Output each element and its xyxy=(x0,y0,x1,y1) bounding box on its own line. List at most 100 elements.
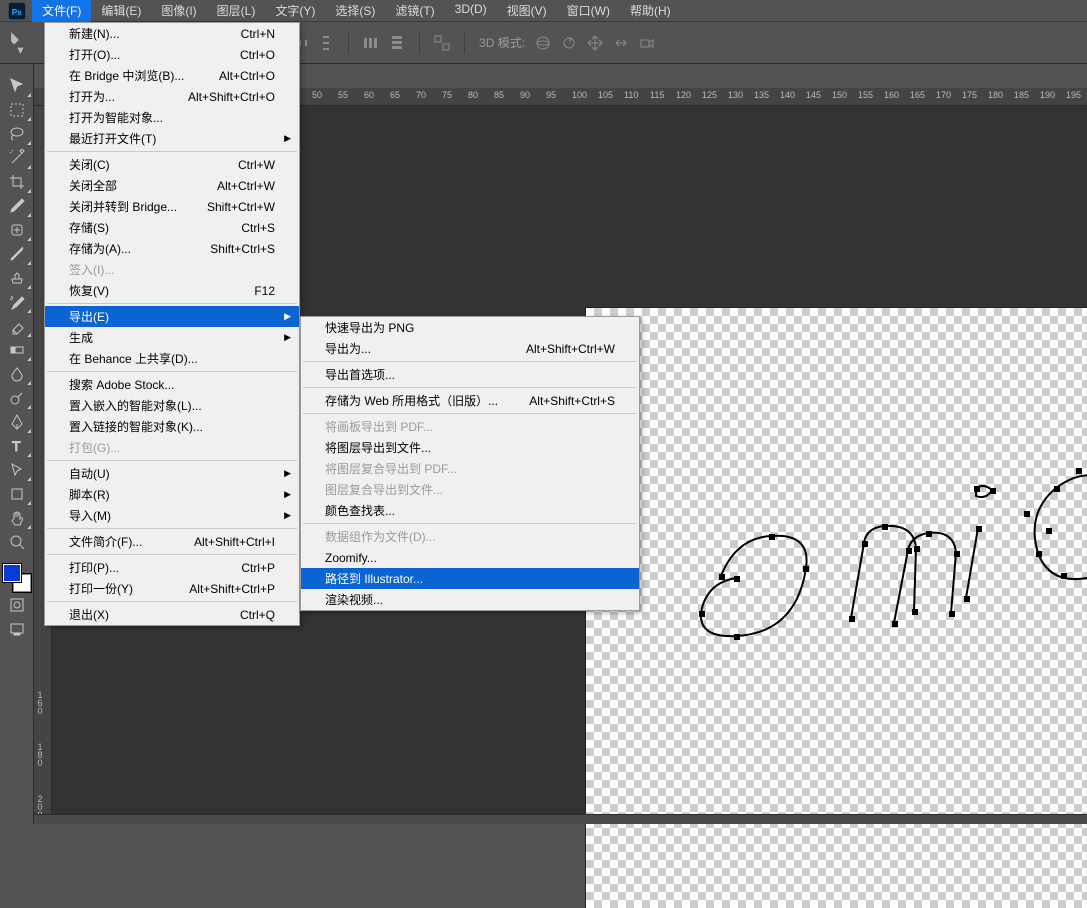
menu-item-[interactable]: 导出首选项... xyxy=(301,364,639,385)
menu-item-p[interactable]: 打印(P)...Ctrl+P xyxy=(45,557,299,578)
ruler-tick: 130 xyxy=(728,90,743,100)
dist-space-h-icon[interactable] xyxy=(359,31,383,55)
ruler-tick: 195 xyxy=(1066,90,1081,100)
zoom-tool[interactable] xyxy=(2,530,32,554)
menu-文字[interactable]: 文字(Y) xyxy=(265,0,325,23)
menu-item-behanced[interactable]: 在 Behance 上共享(D)... xyxy=(45,348,299,369)
3d-mode-group xyxy=(531,31,659,55)
menu-shortcut: Ctrl+S xyxy=(241,221,275,235)
menu-item-png[interactable]: 快速导出为 PNG xyxy=(301,317,639,338)
menu-separator xyxy=(47,371,297,372)
menu-item-[interactable]: 打开为智能对象... xyxy=(45,107,299,128)
menu-文件[interactable]: 文件(F) xyxy=(32,0,91,23)
eraser-tool[interactable] xyxy=(2,314,32,338)
blur-tool[interactable] xyxy=(2,362,32,386)
menu-item-a[interactable]: 存储为(A)...Shift+Ctrl+S xyxy=(45,238,299,259)
menu-separator xyxy=(47,528,297,529)
hand-tool[interactable] xyxy=(2,506,32,530)
menu-item-n[interactable]: 新建(N)...Ctrl+N xyxy=(45,23,299,44)
clone-stamp-tool[interactable] xyxy=(2,266,32,290)
screenmode-toggle[interactable] xyxy=(2,618,32,640)
menu-shortcut: Alt+Shift+Ctrl+I xyxy=(194,535,275,549)
menu-item-[interactable]: 将图层导出到文件... xyxy=(301,437,639,458)
menu-item-e[interactable]: 导出(E)▶ xyxy=(45,306,299,327)
3d-roll-icon[interactable] xyxy=(557,31,581,55)
menu-item-zoomify[interactable]: Zoomify... xyxy=(301,547,639,568)
submenu-arrow-icon: ▶ xyxy=(284,489,291,500)
menu-item-bridgeb[interactable]: 在 Bridge 中浏览(B)...Alt+Ctrl+O xyxy=(45,65,299,86)
menu-item-label: 存储(S) xyxy=(69,219,109,236)
menu-item-u[interactable]: 自动(U)▶ xyxy=(45,463,299,484)
history-brush-tool[interactable] xyxy=(2,290,32,314)
menu-item-bridge[interactable]: 关闭并转到 Bridge...Shift+Ctrl+W xyxy=(45,196,299,217)
menu-item-illustrator[interactable]: 路径到 Illustrator... xyxy=(301,568,639,589)
healing-brush-tool[interactable] xyxy=(2,218,32,242)
ruler-tick: 145 xyxy=(806,90,821,100)
eyedropper-tool[interactable] xyxy=(2,194,32,218)
3d-camera-icon[interactable] xyxy=(635,31,659,55)
menu-item-k[interactable]: 置入链接的智能对象(K)... xyxy=(45,416,299,437)
menu-item-label: 搜索 Adobe Stock... xyxy=(69,376,174,393)
menu-item-m[interactable]: 导入(M)▶ xyxy=(45,505,299,526)
menu-item-f[interactable]: 文件简介(F)...Alt+Shift+Ctrl+I xyxy=(45,531,299,552)
menu-图层[interactable]: 图层(L) xyxy=(207,0,266,23)
menu-窗口[interactable]: 窗口(W) xyxy=(557,0,620,23)
menu-shortcut: Shift+Ctrl+W xyxy=(207,200,275,214)
menu-item-l[interactable]: 置入嵌入的智能对象(L)... xyxy=(45,395,299,416)
tool-preset-icon[interactable] xyxy=(8,31,36,55)
brush-tool[interactable] xyxy=(2,242,32,266)
ruler-tick: 60 xyxy=(364,90,374,100)
menu-选择[interactable]: 选择(S) xyxy=(325,0,385,23)
menu-帮助[interactable]: 帮助(H) xyxy=(620,0,681,23)
menu-item-[interactable]: 打开为...Alt+Shift+Ctrl+O xyxy=(45,86,299,107)
menu-视图[interactable]: 视图(V) xyxy=(497,0,557,23)
menu-item-x[interactable]: 退出(X) Ctrl+Q xyxy=(45,604,299,625)
crop-tool[interactable] xyxy=(2,170,32,194)
dist-space-v-icon[interactable] xyxy=(385,31,409,55)
path-select-tool[interactable] xyxy=(2,458,32,482)
3d-orbit-icon[interactable] xyxy=(531,31,555,55)
menu-item-t[interactable]: 最近打开文件(T)▶ xyxy=(45,128,299,149)
menu-item-[interactable]: 关闭全部Alt+Ctrl+W xyxy=(45,175,299,196)
menu-item-c[interactable]: 关闭(C)Ctrl+W xyxy=(45,154,299,175)
magic-wand-tool[interactable] xyxy=(2,146,32,170)
shape-tool[interactable] xyxy=(2,482,32,506)
menu-滤镜[interactable]: 滤镜(T) xyxy=(385,0,444,23)
menu-3d[interactable]: 3D(D) xyxy=(445,0,497,23)
type-tool[interactable]: T xyxy=(2,434,32,458)
quickmask-toggle[interactable] xyxy=(2,594,32,616)
3d-slide-icon[interactable] xyxy=(609,31,633,55)
dodge-tool[interactable] xyxy=(2,386,32,410)
ruler-tick: 150 xyxy=(832,90,847,100)
menu-item-web[interactable]: 存储为 Web 所用格式（旧版）...Alt+Shift+Ctrl+S xyxy=(301,390,639,411)
menu-shortcut: Ctrl+Q xyxy=(240,608,275,622)
3d-mode-label: 3D 模式: xyxy=(479,34,525,51)
color-swatch[interactable] xyxy=(3,564,31,592)
menu-item-r[interactable]: 脚本(R)▶ xyxy=(45,484,299,505)
menu-item-s[interactable]: 存储(S) Ctrl+S xyxy=(45,217,299,238)
menu-item-[interactable]: 导出为...Alt+Shift+Ctrl+W xyxy=(301,338,639,359)
auto-align-icon[interactable] xyxy=(430,31,454,55)
ruler-tick: 190 xyxy=(1040,90,1055,100)
menu-shortcut: Alt+Shift+Ctrl+O xyxy=(188,90,275,104)
menu-item-v[interactable]: 恢复(V)F12 xyxy=(45,280,299,301)
menu-item-[interactable]: 颜色查找表... xyxy=(301,500,639,521)
ruler-tick: 115 xyxy=(650,90,664,100)
menu-item-y[interactable]: 打印一份(Y)Alt+Shift+Ctrl+P xyxy=(45,578,299,599)
dist-v-icon[interactable] xyxy=(314,31,338,55)
foreground-color-swatch[interactable] xyxy=(3,564,21,582)
menu-shortcut: Shift+Ctrl+S xyxy=(210,242,275,256)
marquee-tool[interactable] xyxy=(2,98,32,122)
menu-item-label: 退出(X) xyxy=(69,606,109,623)
3d-pan-icon[interactable] xyxy=(583,31,607,55)
lasso-tool[interactable] xyxy=(2,122,32,146)
pen-tool[interactable] xyxy=(2,410,32,434)
menu-item-adobestock[interactable]: 搜索 Adobe Stock... xyxy=(45,374,299,395)
menu-item-[interactable]: 生成▶ xyxy=(45,327,299,348)
menu-item-o[interactable]: 打开(O)...Ctrl+O xyxy=(45,44,299,65)
menu-item-[interactable]: 渲染视频... xyxy=(301,589,639,610)
move-tool[interactable] xyxy=(2,74,32,98)
gradient-tool[interactable] xyxy=(2,338,32,362)
menu-图像[interactable]: 图像(I) xyxy=(151,0,206,23)
menu-编辑[interactable]: 编辑(E) xyxy=(91,0,151,23)
